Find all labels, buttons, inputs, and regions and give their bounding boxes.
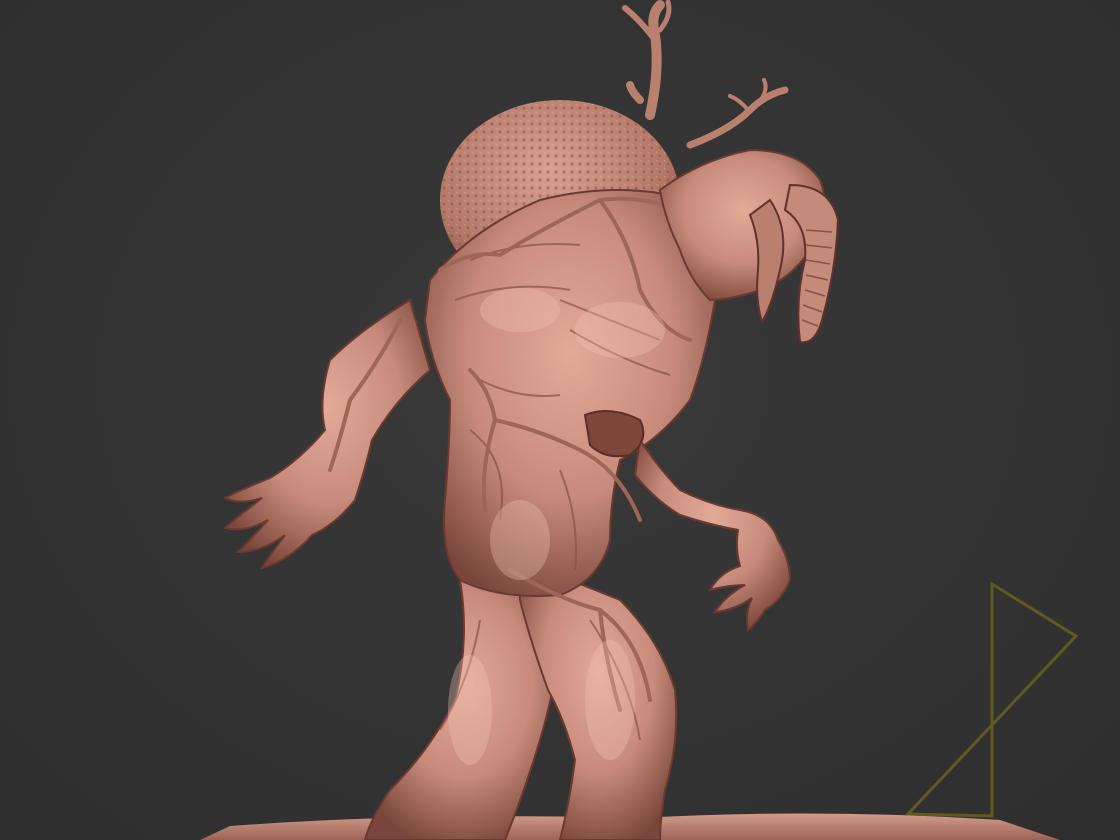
gut-cavity [583,410,645,458]
floor-grid-axis-icon [904,581,1079,818]
left-arm [222,298,432,570]
torso [423,189,717,597]
right-arm [633,437,792,632]
3d-viewport[interactable] [0,0,1120,840]
branch-growths [622,0,789,149]
